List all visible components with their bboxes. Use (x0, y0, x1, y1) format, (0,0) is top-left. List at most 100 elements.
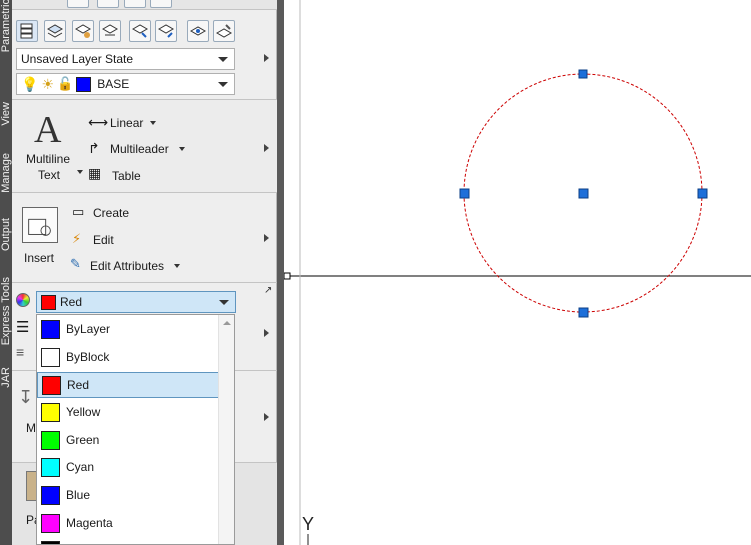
annotation-panel: A Multiline Text ⟷ Linear ↱ Multileader … (12, 100, 277, 193)
color-option-magenta[interactable]: Magenta (37, 510, 219, 536)
sun-icon: ☀ (41, 75, 54, 92)
color-swatch (41, 457, 60, 477)
quadrant-grip-left[interactable] (459, 188, 470, 199)
scroll-up-icon[interactable] (223, 321, 231, 325)
color-option-label: ByBlock (66, 350, 110, 364)
insert-label[interactable]: Insert (24, 251, 54, 265)
color-option-green[interactable]: Green (37, 427, 219, 453)
tab-label: JAR (0, 366, 12, 388)
create-button[interactable]: Create (93, 206, 129, 220)
tab-view[interactable]: View (0, 95, 12, 133)
layer-tool-icon[interactable] (124, 0, 146, 8)
linear-button[interactable]: Linear (110, 116, 143, 130)
tab-label: View (0, 102, 12, 126)
layer-combo[interactable]: 💡 ☀ 🔓 BASE (16, 73, 235, 95)
tab-jar[interactable]: JAR (0, 362, 12, 392)
color-option-blue[interactable]: Blue (37, 482, 219, 508)
color-swatch (41, 347, 60, 367)
vertical-tab-strip: Parametric View Manage Output Express To… (0, 0, 12, 545)
tab-label: Output (0, 217, 12, 252)
color-option-yellow[interactable]: Yellow (37, 399, 219, 425)
dialog-launcher-icon[interactable]: ↗ (264, 285, 272, 296)
color-option-label: Cyan (66, 460, 95, 474)
lightbulb-icon: 💡 (21, 75, 39, 92)
multiline-text-label[interactable]: Multiline (26, 152, 70, 166)
color-option-bylayer[interactable]: ByLayer (37, 316, 219, 342)
color-option-white[interactable] (37, 537, 219, 544)
color-swatch (42, 375, 61, 395)
panel-divider[interactable] (277, 0, 284, 545)
layer-isolate-icon[interactable] (72, 20, 94, 42)
multileader-icon: ↱ (88, 140, 100, 156)
color-dropdown-list[interactable]: ByLayer ByBlock Red Yellow Green Cyan Bl… (36, 314, 235, 545)
color-combo-value: Red (60, 295, 83, 309)
color-swatch (41, 540, 60, 544)
layer-lock-icon[interactable] (213, 20, 235, 42)
chevron-down-icon[interactable] (77, 170, 83, 174)
color-option-byblock[interactable]: ByBlock (37, 344, 219, 370)
quadrant-grip-right[interactable] (697, 188, 708, 199)
table-button[interactable]: Table (112, 169, 141, 183)
layer-state-value: Unsaved Layer State (21, 52, 134, 66)
tab-label: Manage (0, 152, 12, 193)
layer-tool-icon[interactable] (150, 0, 172, 8)
layer-tool-icon[interactable] (67, 0, 89, 8)
tab-label: Express Tools (0, 276, 12, 346)
panel-expand-icon[interactable] (264, 54, 269, 62)
chevron-down-icon[interactable] (174, 264, 180, 268)
panel-expand-icon[interactable] (264, 413, 269, 421)
layer-freeze-icon[interactable] (129, 20, 151, 42)
color-option-label: Blue (66, 488, 91, 502)
drawing-canvas[interactable]: Y (283, 0, 751, 545)
layer-tool-icon[interactable] (97, 0, 119, 8)
current-layer-name: BASE (97, 77, 130, 91)
line-endpoint-marker[interactable] (283, 272, 291, 280)
insert-block-icon[interactable] (22, 207, 58, 243)
edit-attributes-button[interactable]: Edit Attributes (90, 259, 164, 273)
color-wheel-icon (16, 293, 30, 307)
chevron-down-icon[interactable] (179, 147, 185, 151)
layer-state-combo[interactable]: Unsaved Layer State (16, 48, 235, 70)
color-swatch (41, 513, 60, 533)
edit-button[interactable]: Edit (93, 233, 114, 247)
panel-expand-icon[interactable] (264, 144, 269, 152)
color-option-red[interactable]: Red (37, 372, 219, 398)
multiline-text-label-2[interactable]: Text (38, 168, 60, 182)
edit-attributes-icon: ✎ (70, 256, 81, 271)
linear-dimension-icon: ⟷ (88, 114, 109, 130)
layer-properties-icon[interactable] (16, 20, 38, 42)
measure-label[interactable]: M (26, 421, 36, 435)
multiline-text-icon[interactable]: A (34, 108, 61, 152)
dropdown-scrollbar[interactable] (218, 315, 234, 544)
edit-block-icon: ⚡ (72, 231, 82, 246)
layer-color-swatch (76, 76, 92, 92)
tab-manage[interactable]: Manage (0, 145, 12, 200)
quadrant-grip-bottom[interactable] (578, 307, 589, 318)
panel-expand-icon[interactable] (264, 234, 269, 242)
table-icon: ▦ (88, 165, 102, 181)
color-swatch (41, 402, 60, 422)
measure-icon[interactable]: ↧ (18, 387, 33, 408)
panel-expand-icon[interactable] (264, 329, 269, 337)
lineweight-icon: ☰ (16, 319, 30, 336)
drawing-area[interactable]: Y (283, 0, 751, 545)
color-swatch (41, 430, 60, 450)
ucs-y-label: Y (302, 514, 314, 534)
chevron-down-icon (219, 300, 229, 305)
layers-panel: Unsaved Layer State 💡 ☀ 🔓 BASE (12, 10, 277, 100)
multileader-button[interactable]: Multileader (110, 142, 169, 156)
center-grip[interactable] (578, 188, 589, 199)
color-swatch (41, 319, 60, 339)
tab-output[interactable]: Output (0, 207, 12, 262)
layer-match-icon[interactable] (187, 20, 209, 42)
layer-unisolate-icon[interactable] (99, 20, 121, 42)
color-option-cyan[interactable]: Cyan (37, 454, 219, 480)
color-option-label: Red (67, 378, 90, 392)
tab-parametric[interactable]: Parametric (0, 0, 12, 53)
color-combo[interactable]: Red (36, 291, 236, 313)
layer-state-icon[interactable] (44, 20, 66, 42)
tab-express-tools[interactable]: Express Tools (0, 270, 12, 352)
layer-off-icon[interactable] (155, 20, 177, 42)
chevron-down-icon[interactable] (150, 121, 156, 125)
quadrant-grip-top[interactable] (578, 69, 588, 79)
